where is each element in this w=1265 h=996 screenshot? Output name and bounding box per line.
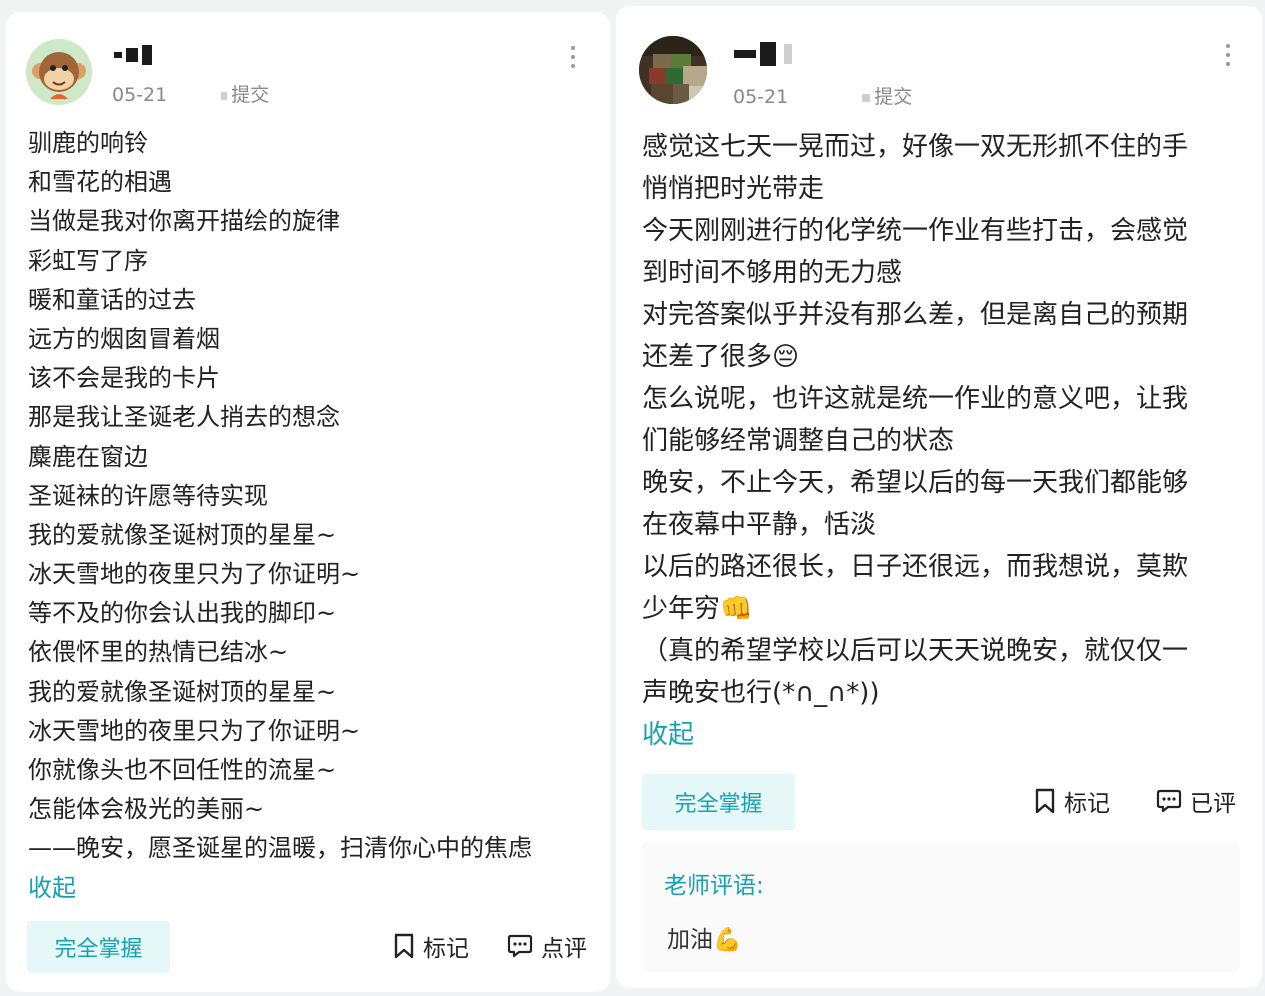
content-line: 以后的路还很长，日子还很远，而我想说，莫欺	[642, 552, 1189, 582]
mark-label: 标记	[423, 936, 469, 962]
teacher-comment-text: 加油💪	[667, 927, 742, 953]
content-line: 晚安，不止今天，希望以后的每一天我们都能够	[642, 468, 1189, 498]
comment-icon	[507, 934, 533, 958]
review-label: 点评	[541, 936, 587, 962]
monkey-avatar-icon[interactable]	[26, 39, 92, 105]
content-line: 我的爱就像圣诞树顶的星星~	[28, 677, 337, 706]
post-content: 驯鹿的响铃 和雪花的相遇 当做是我对你离开描绘的旋律 彩虹写了序 暖和童话的过去…	[28, 124, 598, 908]
post-card-left: 05-21 提交 驯鹿的响铃 和雪花的相遇 当做是我对你离开描绘的旋律 彩虹写了序…	[6, 12, 610, 992]
teacher-comment-label: 老师评语:	[664, 873, 764, 899]
post-card-right: 05-21 提交 感觉这七天一晃而过，好像一双无形抓不住的手 悄悄把时光带走 今天…	[616, 6, 1262, 988]
content-line: 和雪花的相遇	[28, 168, 172, 197]
content-line: 在夜幕中平静，恬淡	[642, 510, 877, 540]
content-line: 感觉这七天一晃而过，好像一双无形抓不住的手	[642, 132, 1189, 162]
mark-label: 标记	[1064, 791, 1110, 817]
content-line: 少年穷👊	[642, 594, 753, 624]
review-button[interactable]: 已评	[1156, 784, 1236, 818]
master-button[interactable]: 完全掌握	[642, 774, 795, 830]
content-line: 该不会是我的卡片	[28, 364, 220, 393]
post-content: 感觉这七天一晃而过，好像一双无形抓不住的手 悄悄把时光带走 今天刚刚进行的化学统…	[642, 126, 1246, 756]
content-line: 那是我让圣诞老人捎去的想念	[28, 403, 340, 432]
content-line: 怎么说呢，也许这就是统一作业的意义吧，让我	[642, 384, 1189, 414]
teacher-comment-box: 老师评语: 加油💪	[642, 842, 1240, 972]
post-date: 05-21	[733, 86, 789, 108]
content-line: 悄悄把时光带走	[642, 174, 825, 204]
content-line: 对完答案似乎并没有那么差，但是离自己的预期	[642, 300, 1189, 330]
avatar[interactable]	[639, 36, 707, 104]
mark-button[interactable]: 标记	[393, 929, 469, 963]
content-line: 依偎怀里的热情已结冰~	[28, 638, 289, 667]
content-line: 驯鹿的响铃	[28, 129, 148, 157]
content-line: 们能够经常调整自己的状态	[642, 426, 955, 456]
submit-label: 提交	[874, 86, 913, 108]
content-line: 声晚安也行(*∩_∩*))	[642, 678, 880, 708]
content-line: 当做是我对你离开描绘的旋律	[28, 207, 340, 236]
content-line: 我的爱就像圣诞树顶的星星~	[28, 520, 337, 549]
content-line: （真的希望学校以后可以天天说晚安，就仅仅一	[642, 636, 1189, 666]
content-line: 到时间不够用的无力感	[642, 258, 903, 288]
review-button[interactable]: 点评	[507, 929, 587, 963]
bookmark-icon	[394, 933, 414, 959]
content-line: 等不及的你会认出我的脚印~	[28, 599, 337, 628]
content-line: 还差了很多😔	[642, 342, 800, 372]
content-line: 你就像头也不回任性的流星~	[28, 756, 337, 784]
content-line: 暖和童话的过去	[28, 285, 196, 314]
post-meta: 05-21 提交	[112, 80, 269, 107]
content-line: 怎能体会极光的美丽~	[28, 795, 265, 824]
content-line: 圣诞袜的许愿等待实现	[28, 481, 268, 510]
username-redacted	[734, 42, 796, 66]
post-meta: 05-21 提交	[733, 82, 912, 109]
username-redacted	[114, 44, 156, 68]
content-line: 彩虹写了序	[28, 246, 148, 275]
content-line: 冰天雪地的夜里只为了你证明~	[28, 560, 361, 589]
more-vertical-icon[interactable]	[570, 46, 576, 70]
content-line: 今天刚刚进行的化学统一作业有些打击，会感觉	[642, 216, 1189, 246]
content-line: 冰天雪地的夜里只为了你证明~	[28, 716, 361, 745]
content-line: 麋鹿在窗边	[28, 442, 148, 471]
review-label: 已评	[1190, 791, 1236, 817]
submit-label: 提交	[231, 84, 270, 106]
content-line: 远方的烟囱冒着烟	[28, 324, 220, 353]
post-date: 05-21	[112, 84, 168, 106]
collapse-link[interactable]: 收起	[642, 714, 1246, 756]
bookmark-icon	[1035, 788, 1055, 814]
master-button[interactable]: 完全掌握	[27, 921, 170, 973]
more-vertical-icon[interactable]	[1225, 44, 1231, 68]
collapse-link[interactable]: 收起	[28, 869, 598, 908]
mark-button[interactable]: 标记	[1034, 784, 1110, 818]
comment-icon	[1156, 789, 1182, 813]
content-line: ——晚安，愿圣诞星的温暖，扫清你心中的焦虑	[28, 834, 532, 863]
